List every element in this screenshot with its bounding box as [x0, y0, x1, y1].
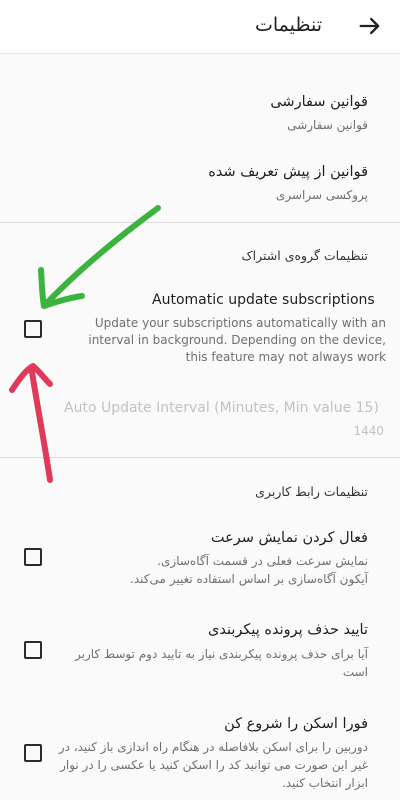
confirm-delete-summary-2: است — [342, 665, 368, 679]
predefined-rules-item[interactable]: قوانین از پیش تعریف شده پروکسی سراسری — [0, 150, 400, 210]
settings-list: قوانین سفارشی قوانین سفارشی قوانین از پی… — [0, 54, 400, 800]
ui-group-header: تنظیمات رابط کاربری — [255, 484, 368, 499]
speed-display-summary-1: نمایش سرعت فعلی در قسمت آگاه‌سازی. — [157, 554, 368, 568]
predefined-rules-summary: پروکسی سراسری — [275, 188, 368, 202]
interval-value: 1440 — [353, 424, 384, 438]
auto-update-interval-item: Auto Update Interval (Minutes, Min value… — [0, 388, 400, 446]
speed-display-summary-2: آیکون آگاه‌سازی بر اساس استفاده تغییر می… — [130, 572, 368, 586]
start-scan-summary-3: ابزار انتخاب کنید. — [281, 776, 368, 790]
page-title: تنظیمات — [254, 14, 322, 36]
arrow-right-icon[interactable] — [356, 12, 384, 40]
divider — [0, 457, 400, 458]
confirm-delete-summary-1: آیا برای حذف پرونده پیکربندی نیاز به تای… — [75, 647, 368, 661]
speed-display-item[interactable]: فعال کردن نمایش سرعت نمایش سرعت فعلی در … — [0, 516, 400, 608]
speed-display-checkbox[interactable] — [24, 548, 42, 566]
app-bar: تنظیمات — [0, 0, 400, 54]
start-scan-summary-2: غیر این صورت می توانید کد را اسکن کنید ی… — [60, 758, 368, 772]
start-scan-summary-1: دوربین را برای اسکن بلافاصله در هنگام را… — [58, 740, 368, 754]
auto-update-summary-3: this feature may not always work — [185, 350, 386, 364]
start-scan-item[interactable]: فورا اسکن را شروع کن دوربین را برای اسکن… — [0, 704, 400, 800]
subscription-group-header: تنظیمات گروه‌ی اشتراک — [241, 248, 368, 263]
auto-update-checkbox[interactable] — [24, 320, 42, 338]
predefined-rules-title: قوانین از پیش تعریف شده — [208, 164, 368, 180]
interval-title: Auto Update Interval (Minutes, Min value… — [64, 400, 379, 416]
start-scan-checkbox[interactable] — [24, 744, 42, 762]
custom-rules-title: قوانین سفارشی — [270, 94, 368, 110]
custom-rules-item[interactable]: قوانین سفارشی قوانین سفارشی — [0, 78, 400, 138]
auto-update-summary-2: interval in background. Depending on the… — [88, 333, 386, 347]
auto-update-title: Automatic update subscriptions — [152, 292, 375, 308]
divider — [0, 222, 400, 223]
confirm-delete-checkbox[interactable] — [24, 641, 42, 659]
auto-update-summary-1: Update your subscriptions automatically … — [94, 316, 386, 330]
custom-rules-summary: قوانین سفارشی — [287, 118, 368, 132]
confirm-delete-title: تایید حذف پرونده پیکربندی — [208, 622, 368, 638]
speed-display-title: فعال کردن نمایش سرعت — [210, 530, 368, 546]
confirm-delete-item[interactable]: تایید حذف پرونده پیکربندی آیا برای حذف پ… — [0, 614, 400, 694]
auto-update-item[interactable]: Automatic update subscriptions Update yo… — [0, 282, 400, 374]
start-scan-title: فورا اسکن را شروع کن — [224, 716, 368, 732]
